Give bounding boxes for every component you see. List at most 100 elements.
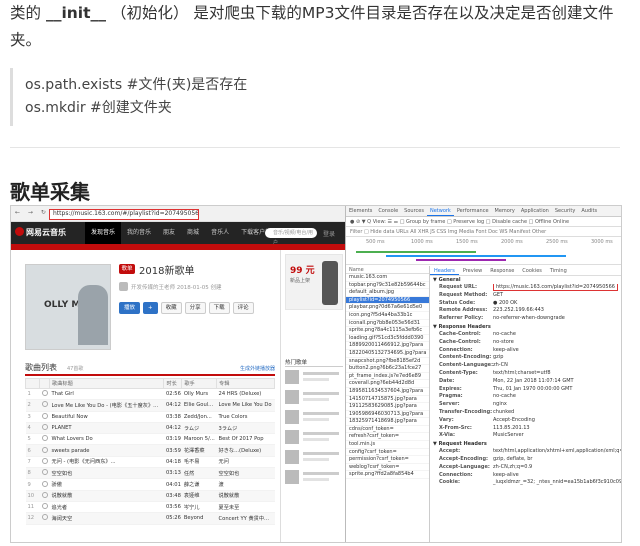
table-row[interactable]: 12 海阔天空 05:26 Beyond Concert YY 黄贯中...	[25, 512, 275, 525]
devtools-tab[interactable]: Performance	[454, 206, 492, 216]
song-title[interactable]: 说散就散	[49, 490, 164, 502]
creator-avatar[interactable]	[119, 282, 128, 291]
table-row[interactable]: 7 无问 - (电影《无问西东》... 04:18 毛不易 无问	[25, 456, 275, 469]
request-item[interactable]: 18325971418698.jpg?para	[346, 418, 429, 426]
nav-my-music[interactable]: 我的音乐	[121, 222, 157, 244]
detail-tab[interactable]: Preview	[459, 266, 486, 275]
request-item[interactable]: music.163.com	[346, 274, 429, 282]
login-link[interactable]: 登录	[323, 229, 335, 238]
network-timeline[interactable]: 500 ms 1000 ms 1500 ms 2000 ms 2500 ms 3000 m…	[346, 237, 621, 265]
devtools-tab[interactable]: Application	[518, 206, 552, 216]
devtools-tab[interactable]: Security	[552, 206, 579, 216]
netease-logo[interactable]: 网易云音乐	[15, 227, 85, 239]
devtools-tab[interactable]: Elements	[346, 206, 375, 216]
request-item[interactable]: button2.png?6b6c23a1fce27	[346, 365, 429, 373]
song-title[interactable]: PLANET	[49, 422, 164, 435]
request-item[interactable]: playbar.png?0d67a6e61d5e0	[346, 304, 429, 312]
request-item[interactable]: 19112583629085.jpg?para	[346, 403, 429, 411]
request-item[interactable]: 14150714715875.jpg?para	[346, 396, 429, 404]
general-section-title[interactable]: ▼ General	[430, 276, 621, 284]
play-icon[interactable]	[39, 399, 50, 412]
table-row[interactable]: 8 空空如也 03:13 任然 空空如也	[25, 467, 275, 480]
nav-musician[interactable]: 音乐人	[205, 222, 235, 244]
network-toolbar[interactable]: ● ⊘ ▼ Q View: ☰ ⚌ □ Group by frame □ Pre…	[346, 217, 621, 227]
song-title[interactable]: 无问 - (电影《无问西东》...	[49, 456, 164, 469]
related-item[interactable]	[285, 430, 343, 446]
table-row[interactable]: 3 Beautiful Now 03:38 Zedd/Jon... True Color…	[25, 411, 275, 423]
request-item[interactable]: sprite.png?ffd2a8fa854b4	[346, 471, 429, 480]
request-item[interactable]: coverall.png?6eb44d2d8d	[346, 380, 429, 388]
request-item[interactable]: loading.gif?51cd3c5fddd0390	[346, 335, 429, 343]
play-icon[interactable]	[39, 512, 50, 525]
request-item[interactable]: refresh?csrf_token=	[346, 433, 429, 442]
devtools-tab[interactable]: Console	[375, 206, 401, 216]
table-row[interactable]: 2 Love Me Like You Do - (电影《五十度灰》... 04:12…	[25, 399, 275, 412]
detail-tab[interactable]: Cookies	[518, 266, 546, 275]
request-item[interactable]: iconall.png?bb8e053e56d31	[346, 320, 429, 328]
nav-discover[interactable]: 发现音乐	[85, 222, 122, 244]
request-item[interactable]: default_album.jpg	[346, 289, 429, 297]
request-item[interactable]: pt_frame_index.js?e7ed6e89	[346, 373, 429, 381]
song-title[interactable]: 骄傲	[49, 478, 164, 491]
related-item[interactable]	[285, 410, 343, 426]
play-icon[interactable]	[39, 422, 50, 435]
network-filter[interactable]: Filter □ Hide data URLs All XHR JS CSS I…	[346, 227, 621, 237]
song-title[interactable]: Love Me Like You Do - (电影《五十度灰》...	[49, 399, 164, 412]
request-item[interactable]: 1889920011466912.jpg?para	[346, 342, 429, 350]
detail-tab[interactable]: Response	[486, 266, 518, 275]
detail-tab[interactable]: Timing	[546, 266, 571, 275]
request-headers-section-title[interactable]: ▼ Request Headers	[430, 440, 621, 448]
browser-nav-icons[interactable]: ← → ↻	[15, 209, 49, 216]
response-headers-section-title[interactable]: ▼ Response Headers	[430, 323, 621, 331]
request-item[interactable]: sprite.png?8a4c1115a3efb6c	[346, 327, 429, 335]
request-item[interactable]: snapcshot.png?fbe8185ef2d	[346, 358, 429, 366]
play-icon[interactable]	[39, 411, 50, 423]
request-item[interactable]: tool.min.js	[346, 441, 429, 449]
song-title[interactable]: 追光者	[49, 501, 164, 514]
request-item[interactable]: 1895811634537604.jpg?para	[346, 388, 429, 396]
table-row[interactable]: 4 PLANET 04:12 ラムジ 3ラムジ	[25, 422, 275, 435]
song-title[interactable]: That Girl	[49, 388, 164, 401]
play-icon[interactable]	[39, 388, 50, 401]
request-item[interactable]: topbar.png?9c31e82b59644bc	[346, 282, 429, 290]
outchain-link[interactable]: 生成外链播放器	[240, 365, 275, 372]
table-row[interactable]: 1 That Girl 02:56 Olly Murs 24 HRS (Deluxe)	[25, 388, 275, 401]
song-title[interactable]: 空空如也	[49, 467, 164, 480]
netease-search-input[interactable]: 音乐/视频/电台/用户	[265, 228, 317, 246]
play-icon[interactable]	[39, 456, 50, 469]
play-icon[interactable]	[39, 467, 50, 480]
table-row[interactable]: 6 sweets parade 03:59 花澤香菜 好きな...(Deluxe)	[25, 444, 275, 457]
devtools-tab[interactable]: Audits	[578, 206, 600, 216]
request-item[interactable]: cdns/conf_token=	[346, 426, 429, 434]
devtools-tab[interactable]: Memory	[492, 206, 518, 216]
play-icon[interactable]	[39, 501, 50, 514]
play-icon[interactable]	[39, 433, 50, 446]
request-item[interactable]: playlist?id=2074950566	[346, 296, 429, 305]
table-row[interactable]: 9 骄傲 04:01 薛之谦渡	[25, 478, 275, 491]
add-button[interactable]: +	[143, 302, 158, 314]
table-row[interactable]: 11 追光者 03:56 岑宁儿 夏至未至	[25, 501, 275, 514]
song-title[interactable]: sweets parade	[49, 444, 164, 457]
download-button[interactable]: 下载	[208, 302, 230, 314]
related-item[interactable]	[285, 450, 343, 466]
table-row[interactable]: 10 说散就散 03:48 袁娅维 说散就散	[25, 490, 275, 502]
nav-friends[interactable]: 朋友	[157, 222, 181, 244]
detail-tab[interactable]: Headers	[430, 266, 459, 275]
request-item[interactable]: weblog?csrf_token=	[346, 464, 429, 472]
song-title[interactable]: Beautiful Now	[49, 411, 164, 423]
devtools-tab[interactable]: Sources	[401, 206, 427, 216]
play-icon[interactable]	[39, 444, 50, 457]
request-item[interactable]: icon.png?f5d4a4ba33b1c	[346, 312, 429, 320]
play-icon[interactable]	[39, 478, 50, 491]
song-title[interactable]: 海阔天空	[49, 512, 164, 525]
playlist-cover[interactable]: OLLY MURS	[25, 264, 111, 350]
related-item[interactable]	[285, 370, 343, 386]
play-button[interactable]: 播放	[119, 302, 141, 314]
related-item[interactable]	[285, 390, 343, 406]
play-icon[interactable]	[39, 490, 50, 502]
comment-button[interactable]: 评论	[232, 302, 254, 314]
nav-mall[interactable]: 商城	[181, 222, 205, 244]
collect-button[interactable]: 收藏	[160, 302, 182, 314]
address-bar[interactable]: https://music.163.com/#/playlist?id=2074…	[49, 209, 199, 220]
request-item[interactable]: 1905986946030713.jpg?para	[346, 411, 429, 419]
